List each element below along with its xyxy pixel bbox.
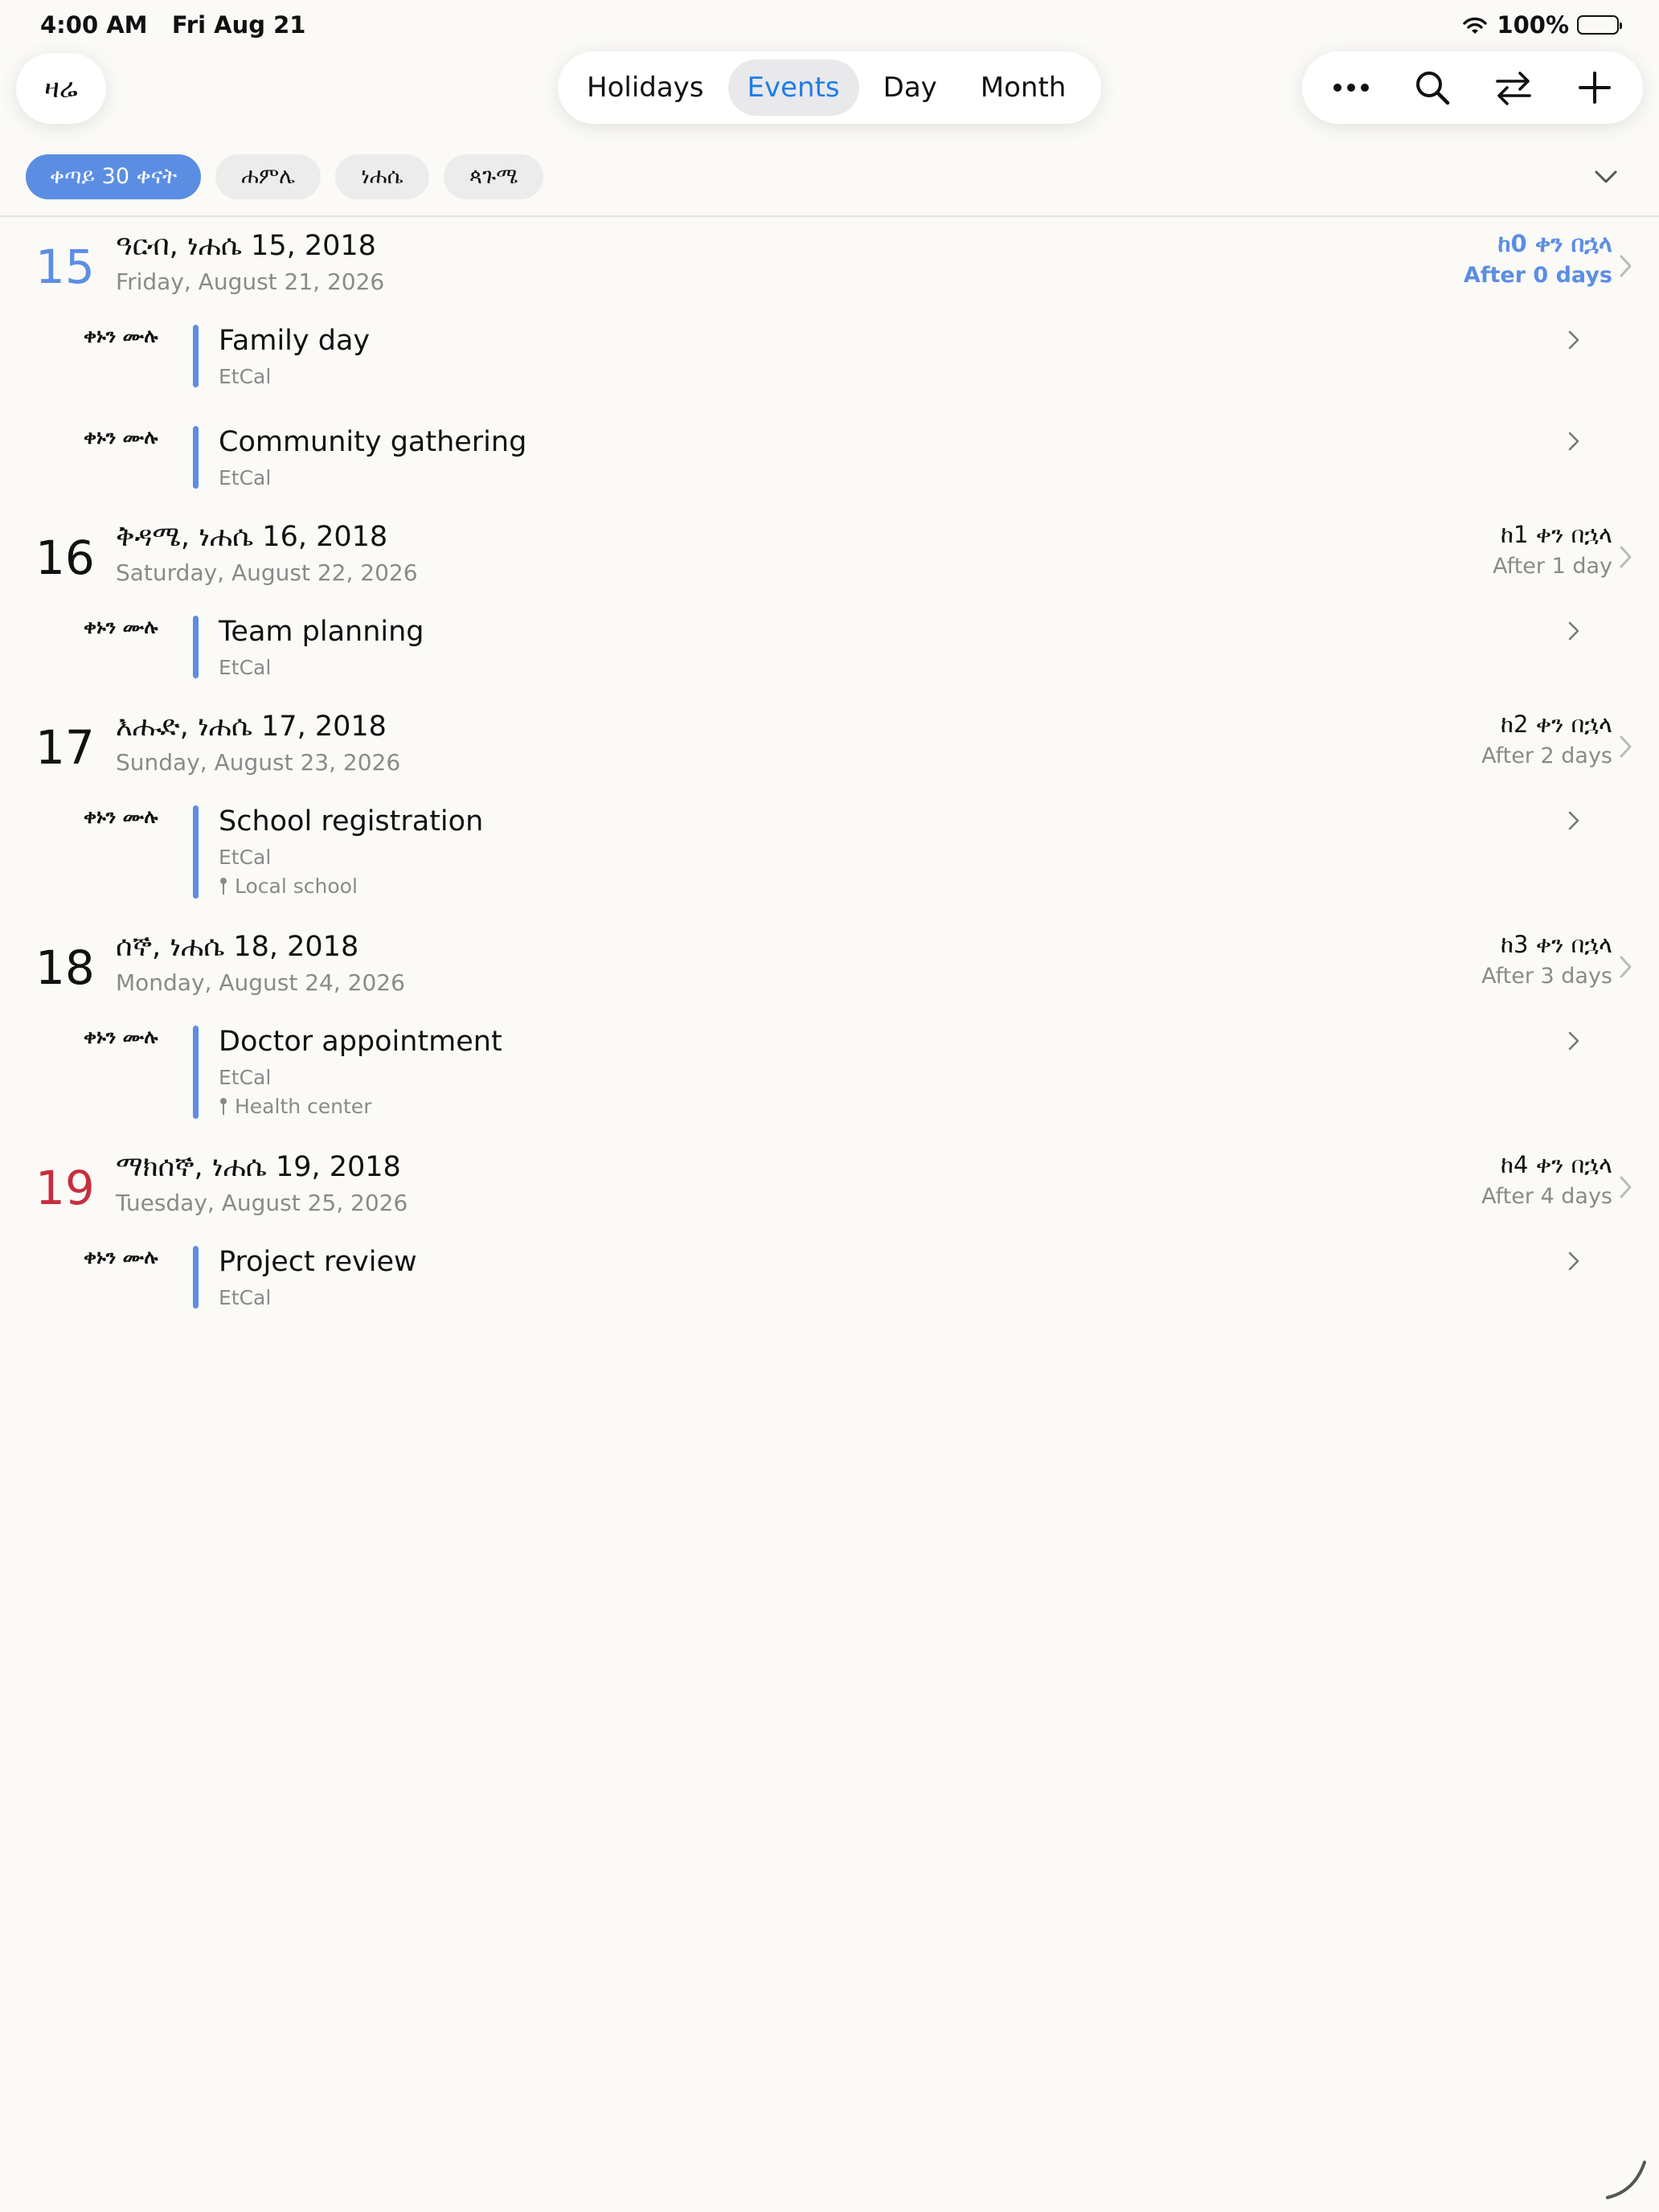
event-calendar: EtCal [219,466,272,490]
day-header[interactable]: 16 ቅዳሜ, ነሐሴ 16, 2018 Saturday, August 22… [0,521,1659,593]
event-title: School registration [219,805,484,838]
day-title: ዓርብ, ነሐሴ 15, 2018 [116,230,376,262]
event-calendar: EtCal [219,1286,272,1309]
day-number: 19 [35,1161,95,1215]
more-icon[interactable] [1323,59,1379,116]
event-time: ቀኑን ሙሉ [84,325,158,347]
today-button[interactable]: ዛሬ [16,53,106,124]
event-color-bar [193,616,199,678]
chevron-down-icon[interactable] [1590,161,1622,193]
filter-chips: ቀጣይ 30 ቀናት ሐምሌ ነሐሴ ጳጉሜ [26,154,544,199]
chevron-right-icon [1568,1031,1579,1051]
chevron-right-icon [1620,1176,1632,1198]
battery-icon [1577,15,1622,35]
day-title: ሰኞ, ነሐሴ 18, 2018 [116,931,359,963]
search-icon[interactable] [1404,59,1460,116]
event-location: Local school [219,875,358,898]
pin-icon [220,1097,227,1115]
event-time: ቀኑን ሙሉ [84,616,158,638]
battery-percent: 100% [1497,11,1569,39]
chevron-right-icon [1620,546,1632,568]
filter-nehase[interactable]: ነሐሴ [335,154,429,199]
day-subtitle: Friday, August 21, 2026 [116,268,385,295]
event-color-bar [193,1246,199,1309]
event-time: ቀኑን ሙሉ [84,426,158,449]
event-title: Community gathering [219,426,527,458]
chevron-right-icon [1568,811,1579,830]
event-calendar: EtCal [219,656,272,679]
wifi-icon [1463,17,1488,34]
event-title: Family day [219,325,371,357]
day-relative: ከ3 ቀን በኋላ After 3 days [1481,931,1612,989]
day-header[interactable]: 18 ሰኞ, ነሐሴ 18, 2018 Monday, August 24, 2… [0,931,1659,1003]
event-time: ቀኑን ሙሉ [84,1026,158,1048]
toolbar-actions [1302,51,1643,124]
day-relative: ከ2 ቀን በኋላ After 2 days [1481,711,1612,768]
day-subtitle: Tuesday, August 25, 2026 [116,1190,408,1216]
tab-day[interactable]: Day [864,59,956,116]
event-color-bar [193,1026,199,1119]
status-right: 100% [1461,11,1622,39]
day-relative: ከ4 ቀን በኋላ After 4 days [1481,1151,1612,1209]
day-number: 17 [35,720,95,775]
resize-handle-icon[interactable] [1603,2156,1648,2201]
event-title: Doctor appointment [219,1026,502,1058]
event-color-bar [193,325,199,387]
filter-pagume[interactable]: ጳጉሜ [443,154,544,199]
event-time: ቀኑን ሙሉ [84,805,158,828]
event-location: Health center [219,1095,371,1118]
tab-month[interactable]: Month [961,59,1086,116]
swap-icon[interactable] [1485,59,1542,116]
day-title: ቅዳሜ, ነሐሴ 16, 2018 [116,521,388,553]
event-title: Team planning [219,616,424,648]
plus-icon[interactable] [1567,59,1623,116]
event-calendar: EtCal [219,1066,272,1089]
day-subtitle: Monday, August 24, 2026 [116,969,405,996]
view-switcher: Holidays Events Day Month [558,51,1101,124]
tab-holidays[interactable]: Holidays [567,59,723,116]
chevron-right-icon [1568,432,1579,451]
filter-hamle[interactable]: ሐምሌ [215,154,322,199]
event-color-bar [193,426,199,489]
day-subtitle: Sunday, August 23, 2026 [116,749,401,776]
day-subtitle: Saturday, August 22, 2026 [116,559,418,586]
chevron-right-icon [1568,1251,1579,1271]
pin-icon [220,877,227,895]
day-relative: ከ0 ቀን በኋላ After 0 days [1463,230,1612,288]
chevron-right-icon [1620,735,1632,758]
tab-events[interactable]: Events [727,59,859,116]
chevron-right-icon [1620,956,1632,978]
day-number: 18 [35,940,95,995]
day-number: 15 [35,240,95,294]
filter-next-30-days[interactable]: ቀጣይ 30 ቀናት [26,154,202,199]
event-time: ቀኑን ሙሉ [84,1246,158,1268]
status-time: 4:00 AM Fri Aug 21 [40,11,306,39]
day-title: እሑድ, ነሐሴ 17, 2018 [116,711,387,743]
day-header[interactable]: 15 ዓርብ, ነሐሴ 15, 2018 Friday, August 21, … [0,230,1659,302]
day-header[interactable]: 17 እሑድ, ነሐሴ 17, 2018 Sunday, August 23, … [0,711,1659,783]
day-title: ማክሰኞ, ነሐሴ 19, 2018 [116,1151,401,1183]
chevron-right-icon [1620,255,1632,277]
status-bar: 4:00 AM Fri Aug 21 100% [0,0,1659,53]
event-title: Project review [219,1246,417,1278]
event-calendar: EtCal [219,365,272,388]
divider [0,215,1659,217]
day-number: 16 [35,530,95,585]
day-relative: ከ1 ቀን በኋላ After 1 day [1493,521,1612,579]
event-calendar: EtCal [219,846,272,869]
chevron-right-icon [1568,621,1579,641]
chevron-right-icon [1568,330,1579,350]
day-header[interactable]: 19 ማክሰኞ, ነሐሴ 19, 2018 Tuesday, August 25… [0,1151,1659,1223]
event-color-bar [193,805,199,899]
